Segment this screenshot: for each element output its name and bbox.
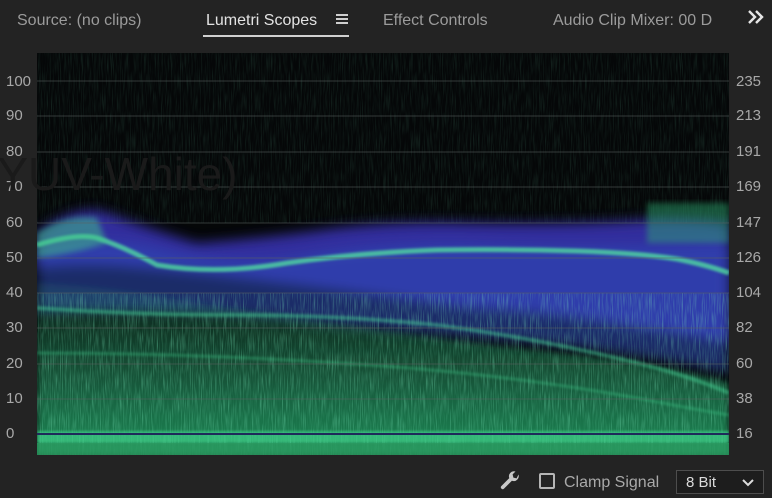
- panel-tab-bar: Source: (no clips) Lumetri Scopes Effect…: [0, 0, 772, 42]
- axis-label-left: 90: [6, 107, 23, 124]
- axis-label-right: 104: [736, 284, 762, 301]
- clamp-signal-label[interactable]: Clamp Signal: [564, 474, 659, 492]
- axis-label-right: 147: [736, 214, 762, 231]
- double-chevron-right-icon[interactable]: [747, 9, 765, 30]
- panel-menu-icon[interactable]: [336, 12, 348, 28]
- bit-depth-select[interactable]: 8 Bit: [676, 470, 764, 494]
- tab-effect-controls[interactable]: Effect Controls: [383, 11, 488, 31]
- tab-source[interactable]: Source: (no clips): [17, 11, 142, 31]
- axis-label-right: 38: [736, 390, 753, 407]
- chevron-down-icon: [741, 476, 755, 488]
- wrench-icon[interactable]: [498, 469, 522, 493]
- axis-label-right: 82: [736, 319, 753, 336]
- axis-label-right: 169: [736, 178, 762, 195]
- axis-label-left: 50: [6, 249, 23, 266]
- axis-label-left: 60: [6, 214, 23, 231]
- clamp-signal-checkbox[interactable]: [539, 473, 555, 489]
- scope-type-overlay: (YUV-White): [0, 148, 238, 200]
- axis-label-left: 20: [6, 355, 23, 372]
- axis-label-right: 16: [736, 425, 753, 442]
- waveform-scope: [37, 53, 729, 455]
- waveform-plot: [37, 53, 729, 455]
- axis-label-left: 10: [6, 390, 23, 407]
- axis-label-right: 126: [736, 249, 762, 266]
- axis-label-right: 213: [736, 107, 762, 124]
- active-tab-indicator: [203, 35, 349, 37]
- axis-label-left: 100: [6, 73, 32, 90]
- tab-lumetri-scopes[interactable]: Lumetri Scopes: [206, 11, 317, 31]
- axis-label-right: 60: [736, 355, 753, 372]
- axis-label-left: 0: [6, 425, 15, 442]
- tab-audio-clip-mixer[interactable]: Audio Clip Mixer: 00 D: [553, 11, 714, 31]
- axis-label-left: 40: [6, 284, 23, 301]
- axis-label-right: 235: [736, 73, 762, 90]
- axis-label-right: 191: [736, 143, 762, 160]
- axis-label-left: 30: [6, 319, 23, 336]
- bit-depth-value: 8 Bit: [686, 474, 717, 491]
